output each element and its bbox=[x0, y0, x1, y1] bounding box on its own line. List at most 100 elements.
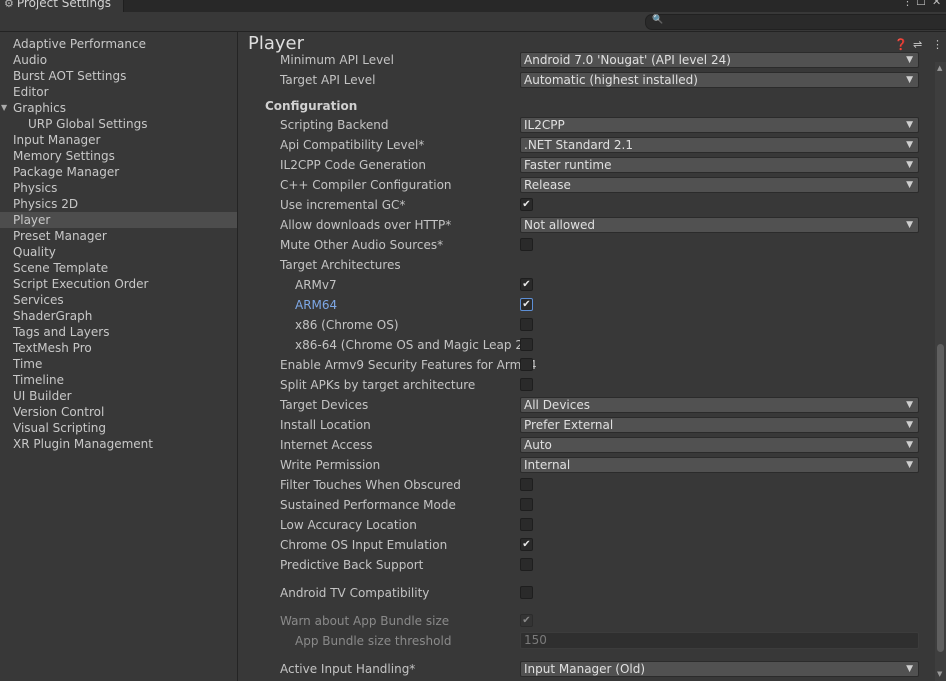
tab-title: Project Settings bbox=[16, 0, 111, 10]
configuration-heading[interactable]: Configuration bbox=[265, 97, 357, 115]
tab-project-settings[interactable]: ⚙ Project Settings bbox=[0, 0, 124, 12]
search-input[interactable]: 🔍 bbox=[645, 14, 946, 30]
window-titlebar: ⚙ Project Settings ⋮ ☐ ✕ bbox=[0, 0, 946, 12]
android-tv-checkbox[interactable] bbox=[520, 586, 533, 599]
dropdown-value: All Devices bbox=[524, 398, 590, 412]
sidebar-item-ui-builder[interactable]: UI Builder bbox=[0, 388, 237, 404]
sidebar-item-urp-global-settings[interactable]: URP Global Settings bbox=[0, 116, 237, 132]
sidebar-item-timeline[interactable]: Timeline bbox=[0, 372, 237, 388]
target-api-label: Target API Level bbox=[280, 73, 376, 87]
close-icon[interactable]: ✕ bbox=[932, 0, 941, 8]
sidebar-item-player[interactable]: Player bbox=[0, 212, 237, 228]
chrome-input-checkbox[interactable]: ✔ bbox=[520, 538, 533, 551]
chrome-input-label: Chrome OS Input Emulation bbox=[280, 538, 448, 552]
active-input-label: Active Input Handling* bbox=[280, 662, 416, 676]
dropdown-arrow-icon: ▼ bbox=[906, 120, 913, 130]
x86-checkbox[interactable] bbox=[520, 318, 533, 331]
sidebar-item-time[interactable]: Time bbox=[0, 356, 237, 372]
low-accuracy-label: Low Accuracy Location bbox=[280, 518, 417, 532]
android-tv-label: Android TV Compatibility bbox=[280, 586, 430, 600]
sidebar-item-quality[interactable]: Quality bbox=[0, 244, 237, 260]
predictive-back-label: Predictive Back Support bbox=[280, 558, 424, 572]
sidebar-item-graphics[interactable]: ▼ Graphics bbox=[0, 100, 237, 116]
predictive-back-checkbox[interactable] bbox=[520, 558, 533, 571]
scripting-backend-dropdown[interactable]: IL2CPP ▼ bbox=[520, 117, 919, 133]
target-devices-label: Target Devices bbox=[280, 398, 369, 412]
write-permission-dropdown[interactable]: Internal ▼ bbox=[520, 457, 919, 473]
sidebar-item-label: Graphics bbox=[13, 101, 66, 115]
dropdown-value: Android 7.0 'Nougat' (API level 24) bbox=[524, 53, 731, 67]
x86-label: x86 (Chrome OS) bbox=[295, 318, 399, 332]
sidebar-item-physics-2d[interactable]: Physics 2D bbox=[0, 196, 237, 212]
sidebar-item-physics[interactable]: Physics bbox=[0, 180, 237, 196]
vertical-scrollbar[interactable]: ▲ ▼ bbox=[935, 62, 946, 681]
mute-audio-checkbox[interactable] bbox=[520, 238, 533, 251]
presets-icon[interactable]: ⇌ bbox=[913, 38, 922, 51]
active-input-dropdown[interactable]: Input Manager (Old) ▼ bbox=[520, 661, 919, 677]
sustained-perf-checkbox[interactable] bbox=[520, 498, 533, 511]
sidebar-item-scene-template[interactable]: Scene Template bbox=[0, 260, 237, 276]
il2cpp-codegen-label: IL2CPP Code Generation bbox=[280, 158, 427, 172]
scroll-down-icon[interactable]: ▼ bbox=[937, 670, 942, 678]
dropdown-value: Prefer External bbox=[524, 418, 614, 432]
sidebar-item-burst-aot[interactable]: Burst AOT Settings bbox=[0, 68, 237, 84]
sidebar-item-preset-manager[interactable]: Preset Manager bbox=[0, 228, 237, 244]
gear-icon: ⚙ bbox=[4, 0, 14, 10]
bundle-threshold-label: App Bundle size threshold bbox=[295, 634, 452, 648]
sidebar-item-version-control[interactable]: Version Control bbox=[0, 404, 237, 420]
sidebar-item-tags-and-layers[interactable]: Tags and Layers bbox=[0, 324, 237, 340]
sidebar-item-memory-settings[interactable]: Memory Settings bbox=[0, 148, 237, 164]
expand-arrow-icon[interactable]: ▼ bbox=[1, 100, 7, 116]
sidebar-item-xr-plugin-management[interactable]: XR Plugin Management bbox=[0, 436, 237, 452]
sidebar-item-visual-scripting[interactable]: Visual Scripting bbox=[0, 420, 237, 436]
write-permission-label: Write Permission bbox=[280, 458, 381, 472]
x86-64-checkbox[interactable] bbox=[520, 338, 533, 351]
filter-touches-checkbox[interactable] bbox=[520, 478, 533, 491]
sidebar-item-package-manager[interactable]: Package Manager bbox=[0, 164, 237, 180]
incremental-gc-checkbox[interactable]: ✔ bbox=[520, 198, 533, 211]
min-api-label: Minimum API Level bbox=[280, 53, 394, 67]
scripting-backend-label: Scripting Backend bbox=[280, 118, 389, 132]
internet-access-dropdown[interactable]: Auto ▼ bbox=[520, 437, 919, 453]
maximize-icon[interactable]: ☐ bbox=[916, 0, 926, 8]
sidebar-item-services[interactable]: Services bbox=[0, 292, 237, 308]
sidebar-item-shadergraph[interactable]: ShaderGraph bbox=[0, 308, 237, 324]
internet-access-label: Internet Access bbox=[280, 438, 373, 452]
target-api-dropdown[interactable]: Automatic (highest installed) ▼ bbox=[520, 72, 919, 88]
armv7-checkbox[interactable]: ✔ bbox=[520, 278, 533, 291]
armv7-label: ARMv7 bbox=[295, 278, 337, 292]
cpp-compiler-dropdown[interactable]: Release ▼ bbox=[520, 177, 919, 193]
armv9-checkbox[interactable] bbox=[520, 358, 533, 371]
allow-http-label: Allow downloads over HTTP* bbox=[280, 218, 452, 232]
il2cpp-codegen-dropdown[interactable]: Faster runtime ▼ bbox=[520, 157, 919, 173]
install-location-dropdown[interactable]: Prefer External ▼ bbox=[520, 417, 919, 433]
sidebar-item-input-manager[interactable]: Input Manager bbox=[0, 132, 237, 148]
target-devices-dropdown[interactable]: All Devices ▼ bbox=[520, 397, 919, 413]
warn-bundle-label: Warn about App Bundle size bbox=[280, 614, 450, 628]
sidebar-item-audio[interactable]: Audio bbox=[0, 52, 237, 68]
scrollbar-thumb[interactable] bbox=[937, 344, 944, 652]
bundle-threshold-field: 150 bbox=[520, 632, 919, 649]
split-apks-checkbox[interactable] bbox=[520, 378, 533, 391]
sidebar-item-editor[interactable]: Editor bbox=[0, 84, 237, 100]
help-icon[interactable]: ❓ bbox=[894, 38, 908, 51]
api-compat-label: Api Compatibility Level* bbox=[280, 138, 425, 152]
sidebar-item-textmesh-pro[interactable]: TextMesh Pro bbox=[0, 340, 237, 356]
cpp-compiler-label: C++ Compiler Configuration bbox=[280, 178, 452, 192]
api-compat-dropdown[interactable]: .NET Standard 2.1 ▼ bbox=[520, 137, 919, 153]
install-location-label: Install Location bbox=[280, 418, 371, 432]
sidebar-item-adaptive-performance[interactable]: Adaptive Performance bbox=[0, 36, 237, 52]
target-arch-label: Target Architectures bbox=[280, 258, 401, 272]
dropdown-value: Internal bbox=[524, 458, 571, 472]
min-api-dropdown[interactable]: Android 7.0 'Nougat' (API level 24) ▼ bbox=[520, 52, 919, 68]
arm64-checkbox[interactable]: ✔ bbox=[520, 298, 533, 311]
more-menu-icon[interactable]: ⋮ bbox=[932, 38, 943, 51]
scroll-up-icon[interactable]: ▲ bbox=[937, 64, 942, 72]
player-settings-panel: Player ❓ ⇌ ⋮ Minimum API Level Android 7… bbox=[238, 32, 946, 681]
allow-http-dropdown[interactable]: Not allowed ▼ bbox=[520, 217, 919, 233]
low-accuracy-checkbox[interactable] bbox=[520, 518, 533, 531]
armv9-label: Enable Armv9 Security Features for Arm64 bbox=[280, 358, 537, 372]
window-menu-icon[interactable]: ⋮ bbox=[902, 0, 913, 8]
sidebar-item-script-execution-order[interactable]: Script Execution Order bbox=[0, 276, 237, 292]
split-apks-label: Split APKs by target architecture bbox=[280, 378, 476, 392]
